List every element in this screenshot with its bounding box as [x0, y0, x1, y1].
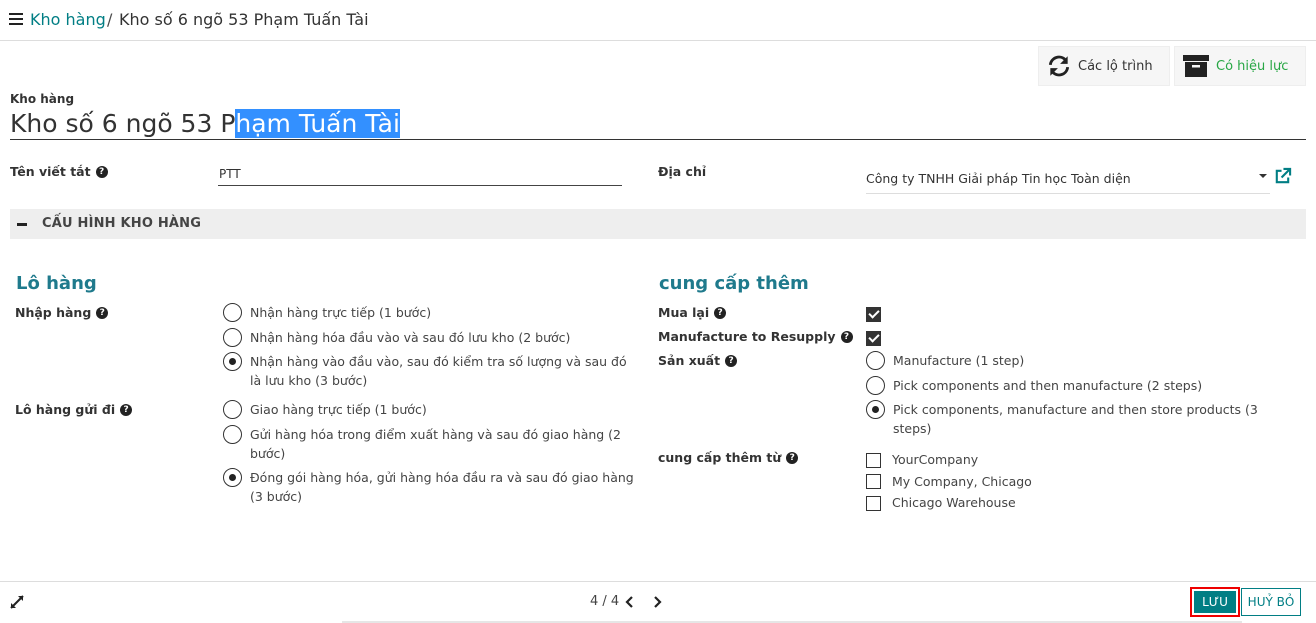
radio-label: Đóng gói hàng hóa, gửi hàng hóa đầu ra v… — [250, 468, 634, 506]
bottom-bar: 4 / 4 LƯU HUỶ BỎ — [0, 581, 1316, 623]
manufacture-label: Sản xuất — [658, 353, 721, 368]
buy-label: Mua lại — [658, 305, 710, 320]
section-title: CẤU HÌNH KHO HÀNG — [42, 216, 202, 231]
radio-label-line: Đóng gói hàng hóa, gửi hàng hóa đầu ra v… — [250, 470, 634, 485]
manufacture-label-row: Sản xuất ? — [658, 353, 738, 368]
manufacture-resupply-label-row: Manufacture to Resupply ? — [658, 329, 853, 344]
incoming-option-3[interactable]: Nhận hàng vào đầu vào, sau đó kiểm tra s… — [223, 352, 627, 390]
dropdown-caret-icon[interactable] — [1259, 174, 1267, 178]
warehouse-name-label: Kho hàng — [10, 92, 75, 106]
chevron-left-icon[interactable] — [625, 595, 635, 609]
short-name-input[interactable]: PTT — [218, 163, 622, 186]
external-link-icon[interactable] — [1273, 167, 1292, 186]
resupply-from-label-row: cung cấp thêm từ ? — [658, 450, 799, 465]
radio-label-line: bước) — [250, 446, 286, 461]
short-name-label-row: Tên viết tắt ? — [10, 164, 108, 179]
radio-label-line: là lưu kho (3 bước) — [250, 373, 368, 388]
manufacture-resupply-checkbox[interactable] — [866, 331, 881, 346]
radio-label: Manufacture (1 step) — [893, 353, 1025, 368]
radio-label-line: (3 bước) — [250, 489, 303, 504]
breadcrumb-separator: / — [107, 10, 113, 29]
outgoing-label-row: Lô hàng gửi đi ? — [15, 402, 133, 417]
help-icon[interactable]: ? — [786, 451, 799, 464]
address-label: Địa chỉ — [658, 164, 707, 179]
radio-label: Pick components, manufacture and then st… — [893, 400, 1258, 438]
resupply-from-label: cung cấp thêm từ — [658, 450, 782, 465]
active-toggle-button[interactable]: Có hiệu lực — [1174, 46, 1306, 86]
radio-label: Nhận hàng hóa đầu vào và sau đó lưu kho … — [250, 330, 571, 345]
resupply-from-label-chicago-warehouse: Chicago Warehouse — [892, 495, 1016, 510]
cancel-button[interactable]: HUỶ BỎ — [1241, 588, 1301, 616]
manufacture-resupply-label: Manufacture to Resupply — [658, 329, 836, 344]
chevron-right-icon[interactable] — [652, 595, 662, 609]
help-icon[interactable]: ? — [840, 330, 853, 343]
buy-checkbox[interactable] — [866, 307, 881, 322]
archive-icon — [1183, 55, 1209, 77]
incoming-option-1[interactable]: Nhận hàng trực tiếp (1 bước) — [223, 303, 431, 322]
short-name-label: Tên viết tắt — [10, 164, 91, 179]
radio-button-selected[interactable] — [223, 352, 242, 371]
help-icon[interactable]: ? — [120, 403, 133, 416]
outgoing-label: Lô hàng gửi đi — [15, 402, 116, 417]
warehouse-name-selected-text: hạm Tuấn Tài — [235, 109, 400, 138]
radio-label-line: Gửi hàng hóa trong điểm xuất hàng và sau… — [250, 427, 622, 442]
top-bar: Kho hàng / Kho số 6 ngõ 53 Phạm Tuấn Tài — [0, 0, 1316, 41]
resupply-group-title: cung cấp thêm — [659, 273, 809, 294]
save-button[interactable]: LƯU — [1190, 587, 1240, 617]
radio-label-line: Nhận hàng vào đầu vào, sau đó kiểm tra s… — [250, 354, 627, 369]
resupply-from-checkbox-yourcompany[interactable] — [866, 453, 881, 468]
buy-label-row: Mua lại ? — [658, 305, 727, 320]
collapse-icon[interactable] — [17, 223, 27, 226]
routes-button-label: Các lộ trình — [1078, 58, 1153, 74]
radio-button[interactable] — [866, 376, 885, 395]
radio-button-selected[interactable] — [223, 468, 242, 487]
outgoing-option-2[interactable]: Gửi hàng hóa trong điểm xuất hàng và sau… — [223, 425, 621, 463]
outgoing-option-1[interactable]: Giao hàng trực tiếp (1 bước) — [223, 400, 427, 419]
radio-button[interactable] — [866, 351, 885, 370]
radio-button[interactable] — [223, 400, 242, 419]
radio-button[interactable] — [223, 303, 242, 322]
resupply-from-label-mycompany-chicago: My Company, Chicago — [892, 474, 1032, 489]
radio-button[interactable] — [223, 425, 242, 444]
refresh-icon — [1048, 55, 1070, 77]
routes-button[interactable]: Các lộ trình — [1038, 46, 1170, 86]
warehouse-name-input[interactable]: Kho số 6 ngõ 53 Phạm Tuấn Tài — [10, 108, 1306, 140]
expand-icon[interactable] — [9, 594, 25, 610]
active-button-label: Có hiệu lực — [1216, 58, 1289, 74]
radio-label: Nhận hàng trực tiếp (1 bước) — [250, 305, 432, 320]
breadcrumb-current: Kho số 6 ngõ 53 Phạm Tuấn Tài — [119, 10, 369, 29]
incoming-label-row: Nhập hàng ? — [15, 305, 109, 320]
help-icon[interactable]: ? — [714, 306, 727, 319]
help-icon[interactable]: ? — [95, 165, 108, 178]
save-button-label: LƯU — [1194, 591, 1236, 613]
address-select[interactable]: Công ty TNHH Giải pháp Tin học Toàn diện — [866, 168, 1270, 194]
radio-label: Gửi hàng hóa trong điểm xuất hàng và sau… — [250, 425, 621, 463]
radio-button[interactable] — [223, 328, 242, 347]
warehouse-name-text: Kho số 6 ngõ 53 P — [10, 109, 236, 138]
radio-label-line: steps) — [893, 421, 932, 436]
breadcrumb-parent-link[interactable]: Kho hàng — [30, 10, 106, 30]
radio-label: Pick components and then manufacture (2 … — [893, 378, 1203, 393]
outgoing-option-3[interactable]: Đóng gói hàng hóa, gửi hàng hóa đầu ra v… — [223, 468, 634, 506]
resupply-from-checkbox-chicago-warehouse[interactable] — [866, 496, 881, 511]
manufacture-option-3[interactable]: Pick components, manufacture and then st… — [866, 400, 1258, 438]
manufacture-option-1[interactable]: Manufacture (1 step) — [866, 351, 1024, 370]
radio-label: Giao hàng trực tiếp (1 bước) — [250, 402, 427, 417]
radio-button-selected[interactable] — [866, 400, 885, 419]
resupply-from-label-yourcompany: YourCompany — [892, 452, 979, 467]
help-icon[interactable]: ? — [96, 306, 109, 319]
warehouse-config-section[interactable]: CẤU HÌNH KHO HÀNG — [10, 209, 1306, 239]
help-icon[interactable]: ? — [725, 354, 738, 367]
incoming-label: Nhập hàng — [15, 305, 92, 320]
radio-label-line: Pick components, manufacture and then st… — [893, 402, 1258, 417]
incoming-option-2[interactable]: Nhận hàng hóa đầu vào và sau đó lưu kho … — [223, 328, 570, 347]
resupply-from-checkbox-mycompany-chicago[interactable] — [866, 474, 881, 489]
menu-icon[interactable] — [9, 13, 23, 25]
pager-value[interactable]: 4 / 4 — [590, 594, 619, 609]
radio-label: Nhận hàng vào đầu vào, sau đó kiểm tra s… — [250, 352, 627, 390]
shipments-group-title: Lô hàng — [16, 273, 97, 294]
manufacture-option-2[interactable]: Pick components and then manufacture (2 … — [866, 376, 1202, 395]
